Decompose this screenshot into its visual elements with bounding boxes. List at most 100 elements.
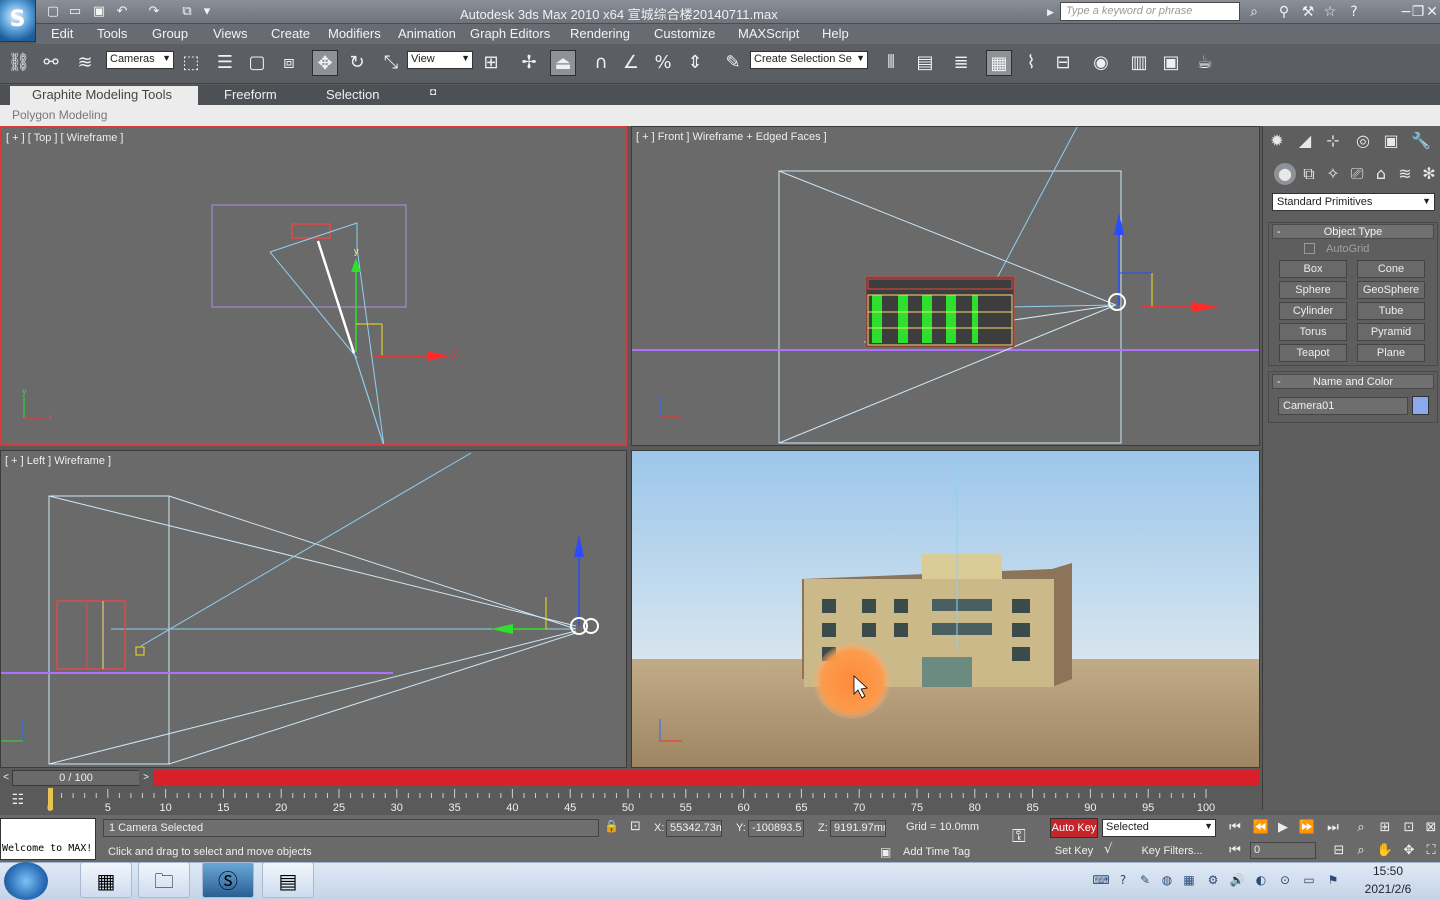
hierarchy-panel-icon[interactable]: ⊹ — [1322, 130, 1344, 152]
subscription-center-icon[interactable]: ⚲ — [1274, 3, 1294, 21]
pan-view-icon[interactable]: ✋ — [1374, 842, 1396, 860]
select-and-scale-icon[interactable]: ⤡ — [378, 50, 404, 76]
set-key-mode-key-icon[interactable]: ⚿ — [1012, 826, 1042, 850]
menu-edit[interactable]: Edit — [51, 26, 73, 41]
viewport-top[interactable]: y y x [ + ] [ Top ] [ Wireframe ] — [0, 126, 627, 446]
select-and-move-icon[interactable]: ✥ — [312, 50, 338, 76]
geosphere-button[interactable]: GeoSphere — [1357, 281, 1425, 299]
menu-create[interactable]: Create — [271, 26, 310, 41]
save-file-icon[interactable]: ▣ — [90, 3, 108, 21]
trackbar-ruler[interactable]: 0 5 10 15 20 25 30 35 40 45 50 55 60 65 70 75 80 85 90 95 10… — [47, 788, 1215, 814]
utilities-panel-icon[interactable]: 🔧 — [1410, 130, 1432, 152]
clock-time[interactable]: 15:50 — [1360, 864, 1416, 878]
absolute-mode-icon[interactable]: ⊡ — [630, 819, 646, 837]
next-key-icon[interactable]: ⏩ — [1296, 819, 1318, 837]
menu-views[interactable]: Views — [213, 26, 247, 41]
rendered-frame-window-icon[interactable]: ▣ — [1158, 50, 1184, 76]
torus-button[interactable]: Torus — [1279, 323, 1347, 341]
menu-rendering[interactable]: Rendering — [570, 26, 630, 41]
tray-gear-icon[interactable]: ⚙ — [1204, 871, 1222, 889]
name-and-color-header[interactable]: - Name and Color — [1272, 374, 1434, 389]
tray-help-icon[interactable]: ? — [1114, 871, 1132, 889]
rectangular-selection-icon[interactable]: ▢ — [244, 50, 270, 76]
reference-coordinate-dropdown[interactable]: View ▼ — [407, 51, 473, 69]
new-file-icon[interactable]: ▢ — [44, 3, 62, 21]
field-of-view-icon[interactable]: ⊟ — [1328, 842, 1350, 860]
help-icon[interactable]: ? — [1344, 3, 1364, 21]
geometry-icon[interactable]: ● — [1274, 163, 1296, 185]
favorites-star-icon[interactable]: ☆ — [1320, 3, 1340, 21]
taskbar-notepad-icon[interactable]: ▤ — [262, 862, 314, 898]
zoom-icon[interactable]: ⌕ — [1350, 819, 1372, 837]
clock-date[interactable]: 2021/2/6 — [1360, 882, 1416, 896]
default-tangent-icon[interactable]: √ — [1104, 842, 1124, 860]
tray-volume-icon[interactable]: 🔊 — [1228, 871, 1246, 889]
close-icon[interactable]: ✕ — [1422, 3, 1440, 21]
taskbar-file-explorer-icon[interactable]: 🗀 — [138, 862, 190, 898]
z-coordinate-field[interactable]: 9191.97mm — [830, 820, 886, 837]
tray-apps-icon[interactable]: ▦ — [1180, 871, 1198, 889]
time-tag-icon[interactable]: ▣ — [880, 845, 896, 861]
percent-snap-icon[interactable]: % — [650, 50, 676, 76]
keyboard-shortcut-override-icon[interactable]: ⏏ — [550, 50, 576, 76]
cylinder-button[interactable]: Cylinder — [1279, 302, 1347, 320]
object-name-input[interactable]: Camera01 — [1278, 397, 1408, 415]
unlink-selection-icon[interactable]: ⚯ — [38, 50, 64, 76]
edit-named-selection-icon[interactable]: ✎ — [720, 50, 746, 76]
viewport-label[interactable]: [ + ] Left ] Wireframe ] — [5, 455, 111, 467]
zoom-all-icon[interactable]: ⊞ — [1374, 819, 1396, 837]
graphite-modeling-tools-icon[interactable]: ▦ — [986, 50, 1012, 76]
key-mode-dropdown[interactable]: Selected ▼ — [1102, 819, 1216, 837]
taskbar-3dsmax-icon[interactable]: Ⓢ — [202, 862, 254, 898]
polygon-modeling-panel[interactable]: Polygon Modeling — [12, 108, 107, 122]
redo-icon[interactable]: ↷ — [145, 3, 163, 21]
help-search-input[interactable]: Type a keyword or phrase — [1060, 2, 1240, 21]
app-menu-logo-icon[interactable]: S — [0, 0, 36, 42]
viewport-front[interactable]: [ + ] Front ] Wireframe + Edged Faces ] — [631, 126, 1260, 446]
tray-display-icon[interactable]: ⊙ — [1276, 871, 1294, 889]
select-object-icon[interactable]: ⬚ — [178, 50, 204, 76]
go-to-start-icon[interactable]: ⏮ — [1224, 819, 1246, 837]
tab-freeform[interactable]: Freeform — [216, 86, 285, 105]
x-coordinate-field[interactable]: 55342.73mm — [666, 820, 722, 837]
layer-manager-icon[interactable]: ≣ — [948, 50, 974, 76]
pyramid-button[interactable]: Pyramid — [1357, 323, 1425, 341]
plane-button[interactable]: Plane — [1357, 344, 1425, 362]
project-folder-icon[interactable]: ⧉ — [178, 3, 196, 21]
key-mode-toggle-icon[interactable]: ⏮ — [1224, 842, 1246, 860]
time-slider-thumb[interactable]: 0 / 100 — [12, 770, 140, 786]
select-and-manipulate-icon[interactable]: ✢ — [516, 50, 542, 76]
cameras-icon[interactable]: ⎚ — [1346, 163, 1368, 185]
orbit-icon[interactable]: ✥ — [1398, 842, 1420, 860]
tray-pen-icon[interactable]: ✎ — [1136, 871, 1154, 889]
communication-center-icon[interactable]: ⚒ — [1298, 3, 1318, 21]
window-crossing-icon[interactable]: ⧈ — [276, 50, 302, 76]
spinner-snap-icon[interactable]: ⇕ — [682, 50, 708, 76]
mirror-icon[interactable]: ⫴ — [878, 50, 904, 76]
select-and-link-icon[interactable]: ⛓ — [6, 50, 32, 76]
tab-selection[interactable]: Selection — [318, 86, 387, 105]
select-by-name-icon[interactable]: ☰ — [212, 50, 238, 76]
previous-key-icon[interactable]: ⏪ — [1250, 819, 1272, 837]
lights-icon[interactable]: ✧ — [1322, 163, 1344, 185]
selection-filter-dropdown[interactable]: Cameras ▼ — [106, 51, 174, 69]
zoom-region-icon[interactable]: ⌕ — [1350, 842, 1372, 860]
menu-graph-editors[interactable]: Graph Editors — [470, 26, 550, 41]
sphere-button[interactable]: Sphere — [1279, 281, 1347, 299]
material-editor-icon[interactable]: ◉ — [1088, 50, 1114, 76]
named-selection-sets-dropdown[interactable]: Create Selection Se ▼ — [750, 51, 868, 69]
menu-help[interactable]: Help — [822, 26, 849, 41]
next-frame-arrow-icon[interactable]: > — [139, 770, 153, 786]
menu-tools[interactable]: Tools — [97, 26, 127, 41]
autogrid-checkbox[interactable] — [1304, 243, 1315, 254]
tube-button[interactable]: Tube — [1357, 302, 1425, 320]
viewport-label[interactable]: [ + ] Front ] Wireframe + Edged Faces ] — [636, 131, 827, 143]
ribbon-minimize-icon[interactable]: ◘ — [422, 86, 444, 105]
object-type-header[interactable]: - Object Type — [1272, 224, 1434, 239]
box-button[interactable]: Box — [1279, 260, 1347, 278]
render-production-teapot-icon[interactable]: ☕ — [1192, 50, 1218, 76]
play-icon[interactable]: ▶ — [1272, 819, 1294, 837]
tray-keyboard-icon[interactable]: ⌨ — [1092, 871, 1110, 889]
snaps-toggle-icon[interactable]: ∩ — [588, 50, 614, 76]
viewport-camera-render[interactable] — [631, 450, 1260, 768]
